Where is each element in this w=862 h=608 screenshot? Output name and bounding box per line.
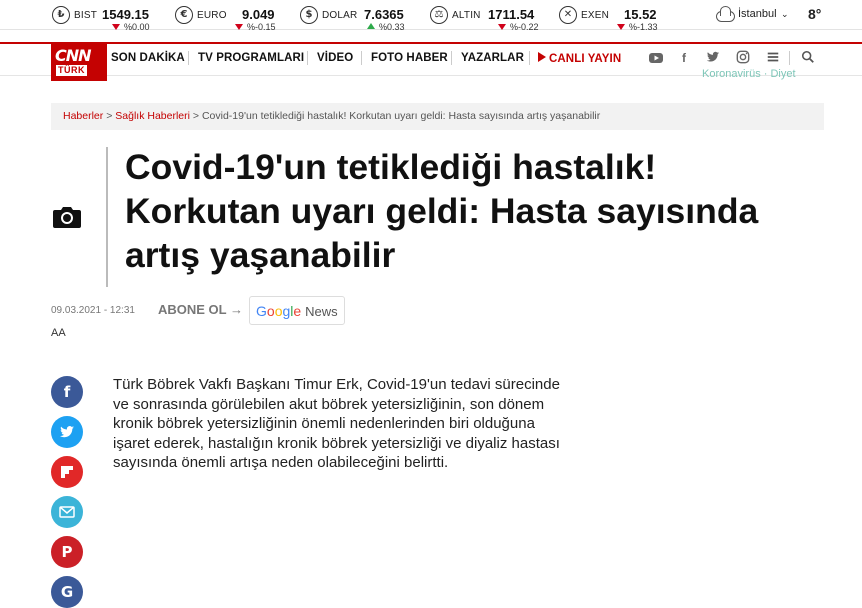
nav-divider (789, 51, 790, 65)
share-twitter-button[interactable] (51, 416, 83, 448)
cnn-turk-logo[interactable]: CNN TÜRK (51, 43, 107, 81)
exen-icon: ✕ (559, 6, 577, 24)
market-euro[interactable]: € EURO 9.049 %-0.15 (175, 4, 285, 32)
subscribe-label: ABONE OL → (158, 302, 244, 317)
topic-links-faded[interactable]: Koronavirüs · Diyet (702, 68, 796, 80)
email-icon (59, 506, 75, 518)
flipboard-icon (61, 466, 73, 478)
euro-icon: € (175, 6, 193, 24)
facebook-icon: f (63, 383, 71, 401)
nav-foto-haber[interactable]: FOTO HABER (371, 52, 448, 64)
down-arrow-icon (235, 24, 243, 30)
market-change: %-0.15 (235, 22, 276, 32)
arrow-right-icon: → (230, 302, 244, 317)
temperature: 8° (808, 6, 822, 22)
market-name: BIST (74, 10, 98, 21)
gold-icon: ⚖ (430, 6, 448, 24)
nav-video[interactable]: VİDEO (317, 52, 353, 64)
search-icon[interactable] (800, 50, 816, 66)
twitter-icon[interactable] (705, 50, 721, 66)
nav-divider (307, 51, 308, 65)
article-body: Türk Böbrek Vakfı Başkanı Timur Erk, Cov… (113, 376, 560, 471)
market-name: ALTIN (452, 10, 481, 21)
breadcrumb: Haberler > Sağlık Haberleri > Covid-19'u… (51, 103, 824, 130)
youtube-icon[interactable] (648, 50, 664, 66)
camera-icon[interactable] (52, 204, 81, 228)
article-title: Covid-19'un tetiklediği hastalık! Korkut… (125, 147, 759, 275)
down-arrow-icon (112, 24, 120, 30)
down-arrow-icon (498, 24, 506, 30)
menu-icon[interactable] (765, 50, 781, 66)
market-value: 1711.54 (488, 7, 535, 22)
market-name: DOLAR (322, 10, 358, 21)
market-name: EXEN (581, 10, 610, 21)
breadcrumb-separator: > (106, 110, 113, 122)
markets-bar: ₺ BIST 1549.15 %0.00 € EURO 9.049 %-0.15… (0, 0, 862, 32)
cloud-icon (714, 6, 735, 22)
down-arrow-icon (617, 24, 625, 30)
breadcrumb-separator: > (192, 110, 200, 122)
nav-divider (529, 51, 530, 65)
market-change: %-1.33 (617, 22, 658, 32)
nav-son-dakika[interactable]: SON DAKİKA (111, 52, 185, 64)
instagram-icon[interactable] (735, 50, 751, 66)
market-change: %-0.22 (498, 22, 539, 32)
nav-canli-yayin[interactable]: CANLI YAYIN (538, 52, 621, 65)
publish-date: 09.03.2021 - 12:31 (51, 305, 135, 316)
market-name: EURO (197, 10, 227, 21)
pinterest-icon: P (61, 543, 73, 561)
nav-tv-programlari[interactable]: TV PROGRAMLARI (198, 52, 304, 64)
market-change: %0.33 (367, 22, 405, 32)
market-value: 7.6365 (364, 7, 404, 22)
market-value: 1549.15 (102, 7, 149, 22)
chevron-down-icon: ⌄ (778, 9, 789, 19)
city-selector[interactable]: İstanbul ⌄ (738, 8, 789, 20)
market-altin[interactable]: ⚖ ALTIN 1711.54 %-0.22 (430, 4, 545, 32)
breadcrumb-category[interactable]: Sağlık Haberleri (115, 110, 190, 122)
nav-divider (451, 51, 452, 65)
play-icon (538, 52, 546, 62)
twitter-icon (60, 426, 74, 438)
share-pinterest-button[interactable]: P (51, 536, 83, 568)
up-arrow-icon (367, 23, 375, 29)
bist-icon: ₺ (52, 6, 70, 24)
market-exen[interactable]: ✕ EXEN 15.52 %-1.33 (559, 4, 669, 32)
google-news-logo: Google (256, 303, 302, 319)
facebook-icon[interactable]: f (676, 50, 692, 66)
font-size-toggle[interactable]: AA (51, 327, 66, 339)
market-dolar[interactable]: $ DOLAR 7.6365 %0.33 (300, 4, 415, 32)
share-flipboard-button[interactable] (51, 456, 83, 488)
market-change: %0.00 (112, 22, 150, 32)
nav-divider (188, 51, 189, 65)
market-value: 15.52 (624, 7, 657, 22)
share-email-button[interactable] (51, 496, 83, 528)
share-google-button[interactable]: G (51, 576, 83, 608)
dollar-icon: $ (300, 6, 318, 24)
breadcrumb-current: Covid-19'un tetiklediği hastalık! Korkut… (201, 110, 601, 122)
breadcrumb-home[interactable]: Haberler (63, 110, 103, 122)
market-value: 9.049 (242, 7, 275, 22)
nav-divider (361, 51, 362, 65)
market-bist[interactable]: ₺ BIST 1549.15 %0.00 (52, 4, 162, 32)
google-news-button[interactable]: Google News (249, 296, 345, 325)
google-icon: G (60, 583, 74, 601)
share-facebook-button[interactable]: f (51, 376, 83, 408)
nav-yazarlar[interactable]: YAZARLAR (461, 52, 524, 64)
title-divider (106, 147, 108, 287)
